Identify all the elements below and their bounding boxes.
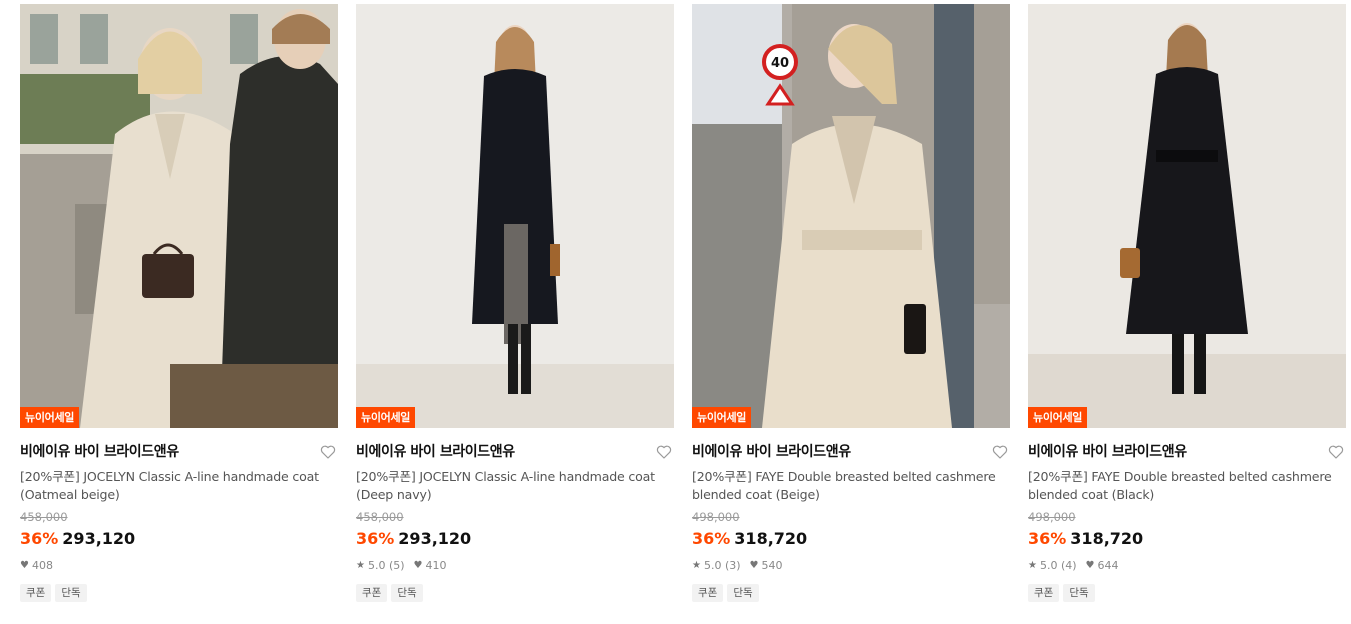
brand-row: 비에이유 바이 브라이드앤유 xyxy=(1028,442,1346,462)
original-price: 498,000 xyxy=(692,510,740,524)
rating: 5.0 (5) xyxy=(367,559,405,572)
wishlist-heart-icon[interactable] xyxy=(656,444,672,460)
sale-price: 293,120 xyxy=(62,529,136,548)
brand-name[interactable]: 비에이유 바이 브라이드앤유 xyxy=(20,442,338,462)
sale-badge: 뉴이어세일 xyxy=(1028,407,1088,428)
like-heart-icon: ♥ xyxy=(749,560,759,571)
original-price: 498,000 xyxy=(1028,510,1076,524)
brand-row: 비에이유 바이 브라이드앤유 xyxy=(356,442,674,462)
speed-sign-text: 40 xyxy=(771,56,789,71)
tag-exclusive: 단독 xyxy=(727,584,759,602)
tag-coupon: 쿠폰 xyxy=(20,584,52,602)
rating: 5.0 (4) xyxy=(1039,559,1077,572)
sale-badge: 뉴이어세일 xyxy=(20,407,80,428)
price-row: 36% 293,120 xyxy=(356,528,674,550)
product-title[interactable]: [20%쿠폰] JOCELYN Classic A-line handmade … xyxy=(20,468,338,504)
tag-exclusive: 단독 xyxy=(55,584,87,602)
product-image[interactable]: 40 뉴이어세일 xyxy=(692,4,1010,428)
product-image[interactable]: 뉴이어세일 xyxy=(1028,4,1346,428)
like-count: 408 xyxy=(31,559,53,572)
wishlist-heart-icon[interactable] xyxy=(1328,444,1344,460)
product-card[interactable]: 뉴이어세일 비에이유 바이 브라이드앤유 [20%쿠폰] JOCELYN Cla… xyxy=(356,4,674,602)
like-heart-icon: ♥ xyxy=(1085,560,1095,571)
tag-coupon: 쿠폰 xyxy=(692,584,724,602)
like-heart-icon: ♥ xyxy=(413,560,423,571)
discount-rate: 36% xyxy=(1028,529,1067,548)
product-grid: 뉴이어세일 비에이유 바이 브라이드앤유 [20%쿠폰] JOCELYN Cla… xyxy=(0,0,1351,624)
tag-list: 쿠폰 단독 xyxy=(692,584,1010,602)
original-price: 458,000 xyxy=(356,510,404,524)
price-row: 36% 318,720 xyxy=(1028,528,1346,550)
product-title[interactable]: [20%쿠폰] JOCELYN Classic A-line handmade … xyxy=(356,468,674,504)
product-meta: ★ 5.0 (4) ♥ 644 xyxy=(1028,558,1346,574)
discount-rate: 36% xyxy=(692,529,731,548)
brand-name[interactable]: 비에이유 바이 브라이드앤유 xyxy=(1028,442,1346,462)
brand-row: 비에이유 바이 브라이드앤유 xyxy=(692,442,1010,462)
star-icon: ★ xyxy=(692,560,701,571)
sale-price: 318,720 xyxy=(1070,529,1144,548)
tag-coupon: 쿠폰 xyxy=(1028,584,1060,602)
wishlist-heart-icon[interactable] xyxy=(992,444,1008,460)
original-price: 458,000 xyxy=(20,510,68,524)
tag-list: 쿠폰 단독 xyxy=(20,584,338,602)
product-meta: ★ 5.0 (3) ♥ 540 xyxy=(692,558,1010,574)
like-count: 644 xyxy=(1097,559,1119,572)
product-meta: ♥ 408 xyxy=(20,558,338,574)
brand-row: 비에이유 바이 브라이드앤유 xyxy=(20,442,338,462)
wishlist-heart-icon[interactable] xyxy=(320,444,336,460)
product-image[interactable]: 뉴이어세일 xyxy=(20,4,338,428)
product-card[interactable]: 뉴이어세일 비에이유 바이 브라이드앤유 [20%쿠폰] FAYE Double… xyxy=(1028,4,1346,602)
sale-price: 318,720 xyxy=(734,529,808,548)
brand-name[interactable]: 비에이유 바이 브라이드앤유 xyxy=(356,442,674,462)
product-card[interactable]: 40 뉴이어세일 비에이유 바이 브라이드앤유 [20%쿠폰] FAYE Dou… xyxy=(692,4,1010,602)
sale-price: 293,120 xyxy=(398,529,472,548)
product-photo xyxy=(20,4,338,428)
star-icon: ★ xyxy=(1028,560,1037,571)
tag-exclusive: 단독 xyxy=(1063,584,1095,602)
price-row: 36% 318,720 xyxy=(692,528,1010,550)
like-heart-icon: ♥ xyxy=(20,560,29,571)
like-count: 410 xyxy=(425,559,447,572)
tag-exclusive: 단독 xyxy=(391,584,423,602)
sale-badge: 뉴이어세일 xyxy=(692,407,752,428)
tag-list: 쿠폰 단독 xyxy=(1028,584,1346,602)
product-image[interactable]: 뉴이어세일 xyxy=(356,4,674,428)
tag-list: 쿠폰 단독 xyxy=(356,584,674,602)
star-icon: ★ xyxy=(356,560,365,571)
rating: 5.0 (3) xyxy=(703,559,741,572)
product-photo xyxy=(356,4,674,428)
product-meta: ★ 5.0 (5) ♥ 410 xyxy=(356,558,674,574)
product-photo: 40 xyxy=(692,4,1010,428)
price-row: 36% 293,120 xyxy=(20,528,338,550)
product-title[interactable]: [20%쿠폰] FAYE Double breasted belted cash… xyxy=(692,468,1010,504)
sale-badge: 뉴이어세일 xyxy=(356,407,416,428)
discount-rate: 36% xyxy=(20,529,59,548)
product-card[interactable]: 뉴이어세일 비에이유 바이 브라이드앤유 [20%쿠폰] JOCELYN Cla… xyxy=(20,4,338,602)
discount-rate: 36% xyxy=(356,529,395,548)
tag-coupon: 쿠폰 xyxy=(356,584,388,602)
product-title[interactable]: [20%쿠폰] FAYE Double breasted belted cash… xyxy=(1028,468,1346,504)
like-count: 540 xyxy=(761,559,783,572)
product-photo xyxy=(1028,4,1346,428)
brand-name[interactable]: 비에이유 바이 브라이드앤유 xyxy=(692,442,1010,462)
